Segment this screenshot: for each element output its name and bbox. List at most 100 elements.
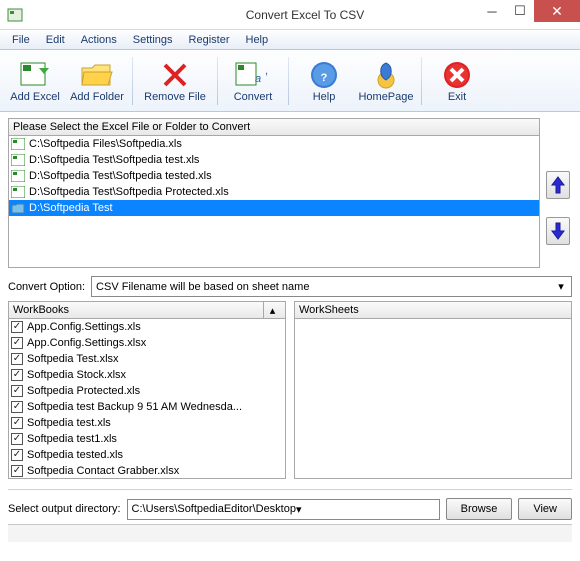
checkbox[interactable] — [11, 401, 23, 413]
convert-option-value: CSV Filename will be based on sheet name — [96, 281, 309, 293]
convert-icon: a, — [235, 59, 271, 91]
exit-icon — [442, 59, 472, 91]
menubar: File Edit Actions Settings Register Help — [0, 30, 580, 50]
workbook-row[interactable]: Softpedia Protected.xls — [9, 383, 285, 399]
convert-button[interactable]: a, Convert — [224, 53, 282, 109]
workbook-name: Softpedia Test.xlsx — [27, 353, 119, 365]
workbook-name: Softpedia Contact Grabber.xlsx — [27, 465, 179, 477]
file-path: C:\Softpedia Files\Softpedia.xls — [29, 138, 182, 150]
workbook-row[interactable]: Softpedia Test.xlsx — [9, 351, 285, 367]
view-label: View — [533, 503, 557, 515]
folder-icon — [11, 202, 25, 214]
workbook-row[interactable]: Softpedia test1.xls — [9, 431, 285, 447]
xls-icon — [11, 154, 25, 166]
file-row[interactable]: D:\Softpedia Test\Softpedia test.xls — [9, 152, 539, 168]
add-excel-button[interactable]: Add Excel — [6, 53, 64, 109]
checkbox[interactable] — [11, 321, 23, 333]
xls-icon — [11, 138, 25, 150]
menu-edit[interactable]: Edit — [38, 32, 73, 48]
toolbar: Add Excel Add Folder Remove File a, Conv… — [0, 50, 580, 112]
view-button[interactable]: View — [518, 498, 572, 520]
file-row[interactable]: D:\Softpedia Test — [9, 200, 539, 216]
checkbox[interactable] — [11, 433, 23, 445]
workbooks-header-label: WorkBooks — [13, 304, 69, 316]
chevron-down-icon: ▾ — [553, 280, 569, 293]
workbook-row[interactable]: Softpedia test Backup 9 51 AM Wednesda..… — [9, 399, 285, 415]
add-excel-label: Add Excel — [10, 91, 60, 103]
move-down-button[interactable] — [546, 217, 570, 245]
workbook-name: App.Config.Settings.xlsx — [27, 337, 146, 349]
file-row[interactable]: D:\Softpedia Test\Softpedia tested.xls — [9, 168, 539, 184]
output-dir-input[interactable]: C:\Users\SoftpediaEditor\Desktop ▾ — [127, 499, 440, 520]
titlebar: Convert Excel To CSV ─ ☐ ✕ — [0, 0, 580, 30]
add-folder-button[interactable]: Add Folder — [68, 53, 126, 109]
menu-register[interactable]: Register — [181, 32, 238, 48]
menu-actions[interactable]: Actions — [73, 32, 125, 48]
workbook-name: Softpedia tested.xls — [27, 449, 123, 461]
checkbox[interactable] — [11, 353, 23, 365]
browse-button[interactable]: Browse — [446, 498, 513, 520]
file-row[interactable]: C:\Softpedia Files\Softpedia.xls — [9, 136, 539, 152]
checkbox[interactable] — [11, 417, 23, 429]
file-list[interactable]: C:\Softpedia Files\Softpedia.xls D:\Softp… — [8, 136, 540, 268]
workbook-row[interactable]: Softpedia tested.xls — [9, 447, 285, 463]
workbooks-header: WorkBooks ▴ — [8, 301, 286, 319]
workbook-row[interactable]: Softpedia Stock.xlsx — [9, 367, 285, 383]
toolbar-separator — [132, 57, 133, 105]
workbook-name: Softpedia test Backup 9 51 AM Wednesda..… — [27, 401, 242, 413]
menu-settings[interactable]: Settings — [125, 32, 181, 48]
close-button[interactable]: ✕ — [534, 0, 580, 22]
checkbox[interactable] — [11, 369, 23, 381]
svg-text:a: a — [255, 73, 261, 85]
help-button[interactable]: ? Help — [295, 53, 353, 109]
menu-help[interactable]: Help — [238, 32, 277, 48]
help-label: Help — [313, 91, 336, 103]
checkbox[interactable] — [11, 465, 23, 477]
workbook-name: Softpedia test1.xls — [27, 433, 117, 445]
status-bar — [8, 524, 572, 542]
output-dir-value: C:\Users\SoftpediaEditor\Desktop — [132, 503, 296, 515]
minimize-button[interactable]: ─ — [478, 0, 506, 22]
checkbox[interactable] — [11, 337, 23, 349]
workbook-row[interactable]: App.Config.Settings.xls — [9, 319, 285, 335]
maximize-button[interactable]: ☐ — [506, 0, 534, 22]
output-dir-label: Select output directory: — [8, 503, 121, 515]
chevron-up-icon[interactable]: ▴ — [263, 302, 281, 318]
workbooks-list[interactable]: App.Config.Settings.xls App.Config.Settin… — [8, 319, 286, 479]
checkbox[interactable] — [11, 449, 23, 461]
remove-icon — [161, 59, 189, 91]
workbook-name: Softpedia Stock.xlsx — [27, 369, 126, 381]
remove-file-label: Remove File — [144, 91, 206, 103]
excel-icon — [19, 59, 51, 91]
homepage-icon — [371, 59, 401, 91]
worksheets-list[interactable] — [294, 319, 572, 479]
workbook-row[interactable]: Softpedia Contact Grabber.xlsx — [9, 463, 285, 479]
move-up-button[interactable] — [546, 171, 570, 199]
workbook-row[interactable]: App.Config.Settings.xlsx — [9, 335, 285, 351]
workbook-row[interactable]: Softpedia test.xls — [9, 415, 285, 431]
worksheets-header: WorkSheets — [294, 301, 572, 319]
convert-label: Convert — [234, 91, 273, 103]
homepage-label: HomePage — [358, 91, 413, 103]
convert-option-select[interactable]: CSV Filename will be based on sheet name… — [91, 276, 572, 297]
browse-label: Browse — [461, 503, 498, 515]
chevron-down-icon: ▾ — [296, 503, 302, 516]
checkbox[interactable] — [11, 385, 23, 397]
folder-icon — [80, 59, 114, 91]
file-path: D:\Softpedia Test — [29, 202, 113, 214]
app-icon — [0, 7, 30, 23]
worksheets-header-label: WorkSheets — [299, 304, 359, 316]
toolbar-separator — [288, 57, 289, 105]
toolbar-separator — [217, 57, 218, 105]
remove-file-button[interactable]: Remove File — [139, 53, 211, 109]
xls-icon — [11, 186, 25, 198]
workbook-name: Softpedia Protected.xls — [27, 385, 140, 397]
file-path: D:\Softpedia Test\Softpedia test.xls — [29, 154, 199, 166]
homepage-button[interactable]: HomePage — [357, 53, 415, 109]
file-row[interactable]: D:\Softpedia Test\Softpedia Protected.xl… — [9, 184, 539, 200]
svg-text:?: ? — [321, 72, 328, 84]
xls-icon — [11, 170, 25, 182]
file-panel-header: Please Select the Excel File or Folder t… — [8, 118, 540, 136]
exit-button[interactable]: Exit — [428, 53, 486, 109]
menu-file[interactable]: File — [4, 32, 38, 48]
